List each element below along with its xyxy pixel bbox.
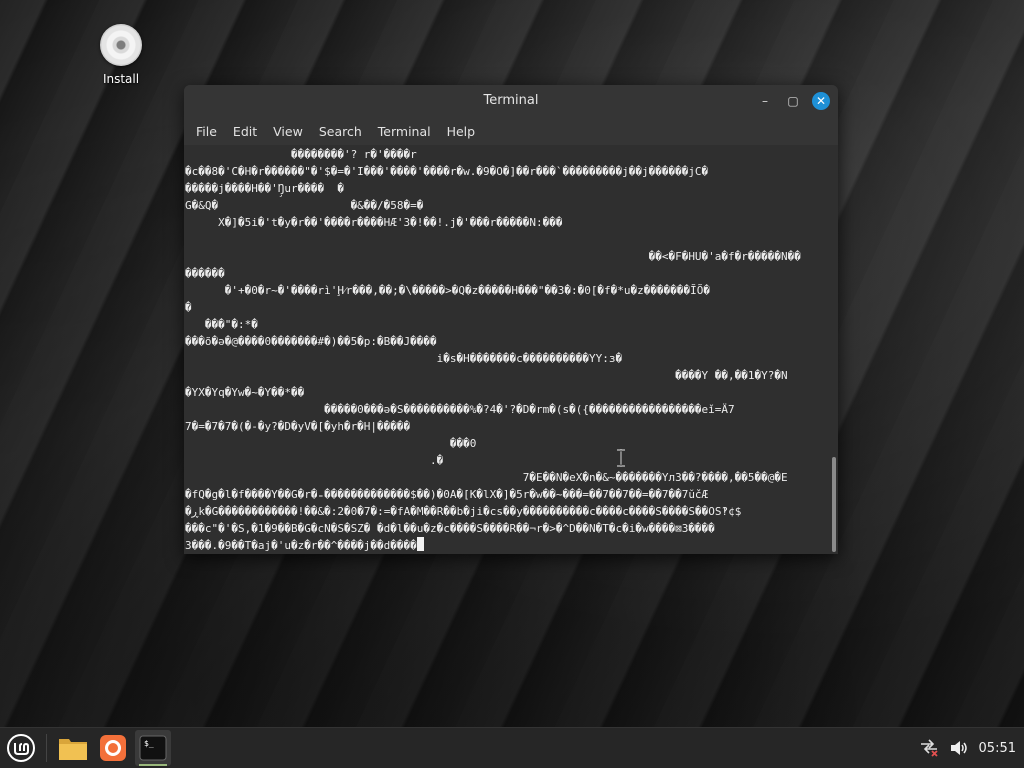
terminal-line: ����Y ��,��1�Y?�N [185,369,788,382]
terminal-output[interactable]: ��������'? r�'����r �c��8�'C�H�r������"�'… [184,145,838,554]
desktop-icon-label: Install [102,72,140,86]
taskbar-terminal[interactable]: $_ [135,730,171,766]
terminal-line: ���"�:*� [185,318,258,331]
ibeam-cursor-icon [617,449,625,467]
terminal-line: �ڕk�G������������!��&�:2�0�7�:=�fA�M��R�… [185,505,742,518]
text-cursor [416,537,424,551]
terminal-icon: $_ [139,735,167,761]
terminal-line: i�s�H�������c����������YY:ɜ� [185,352,623,365]
taskbar-firefox[interactable] [95,730,131,766]
taskbar-separator [46,734,47,762]
network-disconnected-icon[interactable] [919,739,939,757]
terminal-line: 3���.�9��T�aj�'u�z�r��^����j��d���� [185,537,838,554]
menu-edit[interactable]: Edit [225,124,265,139]
terminal-line: �YX�Yq�Yw�~�Y��*�� [185,386,305,399]
menu-help[interactable]: Help [439,124,484,139]
terminal-line: �����j����H��'Ŋ̧ur���� � [185,182,344,195]
menubar: File Edit View Search Terminal Help [184,117,838,145]
window-title: Terminal [483,93,539,108]
terminal-line: G�&Q� �&��/�58�=� [185,199,424,212]
terminal-line: .� [185,454,444,467]
terminal-line: ������ [185,267,225,280]
taskbar-files[interactable] [55,730,91,766]
terminal-line: �c��8�'C�H�r������"�'$�=�'I���'����'����… [185,165,709,178]
clock[interactable]: 05:51 [979,741,1016,756]
terminal-line: ���0 [185,437,477,450]
terminal-line: �����0���ə�S����������%�?4�'?�D�rm�(s�({… [185,403,735,416]
menu-view[interactable]: View [265,124,311,139]
terminal-line: 7�E��N�eX�n�&~�������Υл3��?����,��5��@�E [185,471,788,484]
minimize-button[interactable]: – [756,92,774,110]
desktop-icon-install[interactable]: Install [92,24,150,86]
taskbar: $_ 05:51 [0,727,1024,768]
maximize-button[interactable]: ▢ [784,92,802,110]
mint-menu-icon [7,734,35,762]
terminal-line: ��<�F�HU�'a�f�r�����N�� [185,250,801,263]
terminal-line: ��������'? r�'����r [185,148,417,161]
terminal-line: X�]�5i�'t�y�r��'����r����HÆ'3�!��!.j�'��… [185,216,563,229]
window-controls: – ▢ ✕ [756,85,830,117]
mint-menu-button[interactable] [4,731,38,765]
volume-icon[interactable] [949,739,969,757]
close-button[interactable]: ✕ [812,92,830,110]
disc-icon [100,24,142,66]
svg-text:$_: $_ [144,739,154,748]
terminal-line: ���c"�'�S,�1�9��B�G�cN�S�SZ� �d�l��u�z�c… [185,522,715,535]
terminal-line: �fQ�g�l�f����Y��G�r�₌�������������$��)�0… [185,488,709,501]
menu-search[interactable]: Search [311,124,370,139]
menu-terminal[interactable]: Terminal [370,124,439,139]
terminal-line: 7�=�7�7�(�-�y?�D�yV�[�yh�r�H|����� [185,420,411,433]
titlebar[interactable]: Terminal – ▢ ✕ [184,85,838,117]
terminal-line: �'+�0�r~�'����rì'Ḩ⁄r���,��;�\�����>�Q�z�… [185,284,711,297]
terminal-line: � [185,301,192,314]
terminal-window: Terminal – ▢ ✕ File Edit View Search Ter… [184,85,838,554]
firefox-icon [100,735,126,761]
files-icon [59,739,87,760]
terminal-scrollbar[interactable] [832,457,836,552]
menu-file[interactable]: File [188,124,225,139]
system-tray: 05:51 [919,728,1016,768]
terminal-line: ���õ�ə�@����0�������#�)��5�p:�B��J���� [185,335,437,348]
